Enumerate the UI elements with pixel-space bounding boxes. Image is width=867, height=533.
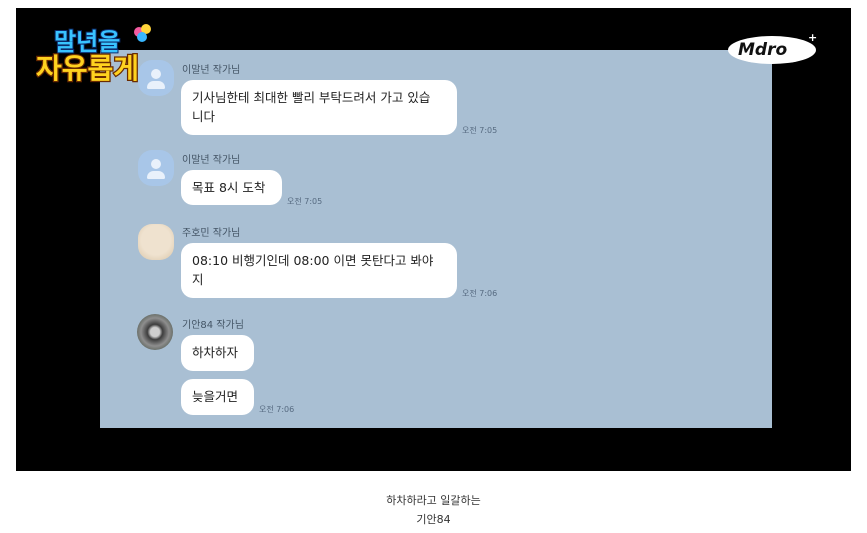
chat-window: 이말년 작가님 기사님한테 최대한 빨리 부탁드려서 가고 있습 니다 오전 7… [100, 50, 772, 428]
message-bubble[interactable]: 하차하자 [181, 335, 254, 371]
sender-name: 기안84 작가님 [182, 320, 244, 331]
svg-text:Mdro: Mdro [738, 40, 787, 60]
message-line: 목표 8시 도착 [192, 180, 266, 195]
message-line: 08:10 비행기인데 08:00 이면 못탄다고 봐야 [192, 253, 434, 268]
sender-name: 주호민 작가님 [182, 228, 241, 239]
message-bubble[interactable]: 늦을거면 [181, 379, 254, 415]
svg-text:+: + [808, 31, 817, 44]
sender-name: 이말년 작가님 [182, 155, 241, 166]
avatar[interactable] [138, 224, 174, 260]
message-bubble[interactable]: 08:10 비행기인데 08:00 이면 못탄다고 봐야 지 [181, 243, 457, 298]
message-time: 오전 7:06 [259, 405, 295, 414]
avatar[interactable] [137, 314, 173, 350]
show-logo: 말년을 자유롭게 [36, 24, 151, 86]
message-time: 오전 7:05 [287, 197, 323, 206]
message-bubble[interactable]: 기사님한테 최대한 빨리 부탁드려서 가고 있습 니다 [181, 80, 457, 135]
sender-name: 이말년 작가님 [182, 65, 241, 76]
message-bubble[interactable]: 목표 8시 도착 [181, 170, 282, 205]
svg-text:자유롭게: 자유롭게 [36, 52, 139, 85]
message-line: 지 [192, 272, 204, 287]
message-line: 니다 [192, 109, 216, 124]
message-line: 기사님한테 최대한 빨리 부탁드려서 가고 있습 [192, 90, 431, 105]
channel-logo: Mdro + [728, 31, 817, 64]
message-line: 하차하자 [192, 345, 239, 360]
avatar[interactable] [138, 150, 174, 186]
message-time: 오전 7:05 [462, 126, 498, 135]
message-time: 오전 7:06 [462, 289, 498, 298]
caption-line: 하차하라고 일갈하는 [386, 494, 481, 507]
person-icon [151, 159, 161, 169]
message-line: 늦을거면 [192, 389, 239, 404]
caption-line: 기안84 [416, 513, 451, 526]
